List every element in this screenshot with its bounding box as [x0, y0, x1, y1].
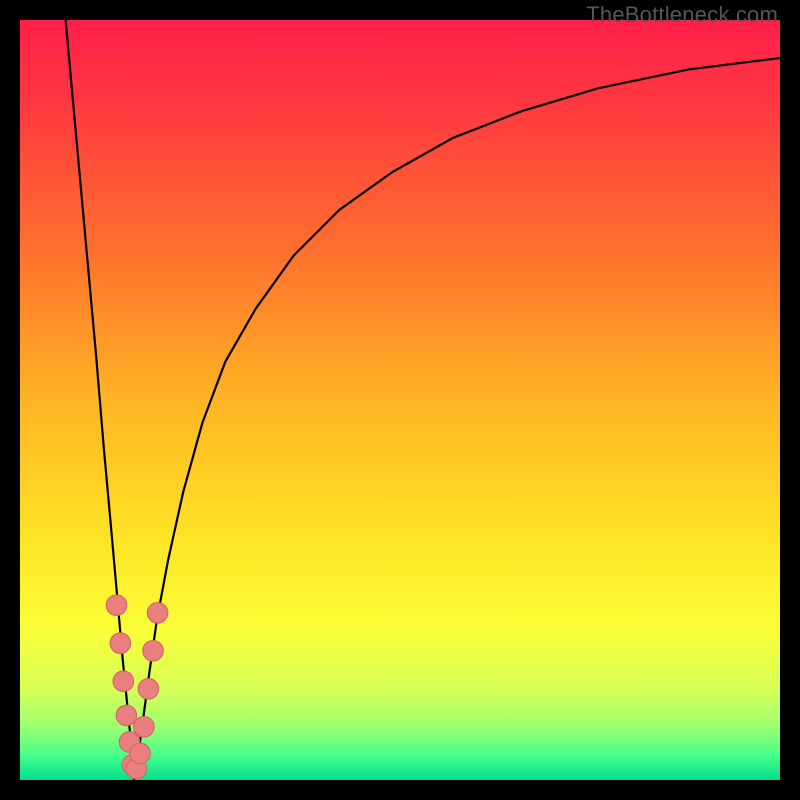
data-marker [113, 671, 134, 692]
data-marker [110, 633, 131, 654]
data-marker [134, 717, 155, 738]
data-marker [116, 705, 137, 726]
data-marker [147, 603, 168, 624]
data-marker [143, 641, 164, 662]
gradient-background [20, 20, 780, 780]
watermark-text: TheBottleneck.com [586, 2, 778, 28]
chart-frame: TheBottleneck.com [0, 0, 800, 800]
data-marker [138, 679, 159, 700]
data-marker [130, 743, 151, 764]
data-marker [106, 595, 127, 616]
bottleneck-chart [20, 20, 780, 780]
